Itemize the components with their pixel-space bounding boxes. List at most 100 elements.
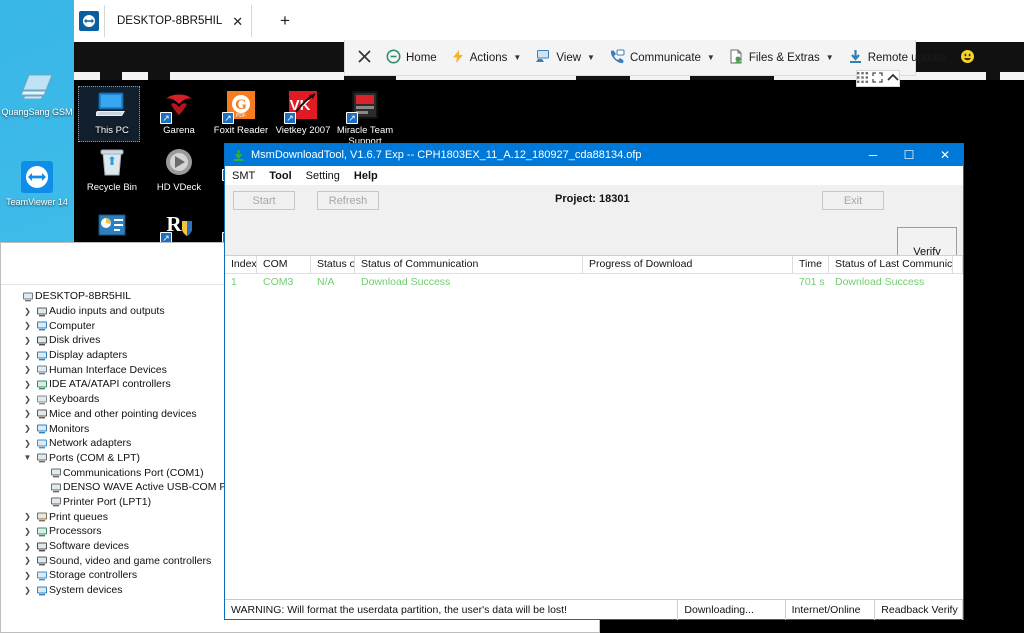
menu-help[interactable]: Help [354, 170, 378, 182]
desktop-icon-teamviewer-14[interactable]: TeamViewer 14 [0, 160, 74, 238]
cell-time: 701 s [799, 276, 825, 288]
chevron-up-icon[interactable] [887, 70, 899, 88]
home-button[interactable]: Home [380, 45, 443, 71]
close-icon [357, 49, 372, 67]
close-session-button[interactable] [351, 45, 378, 71]
tree-item-label: Ports (COM & LPT) [49, 451, 141, 464]
chevron-right-icon[interactable]: ❯ [21, 527, 34, 536]
vietkey-icon: VK ↗ [284, 88, 320, 124]
files-extras-menu[interactable]: Files & Extras ▼ [723, 45, 840, 71]
files-extras-label: Files & Extras [748, 51, 820, 64]
hdvdeck-icon [162, 145, 196, 179]
communicate-menu[interactable]: Communicate ▼ [603, 45, 721, 71]
remote-icon-miracle-team-support[interactable]: ↗ Miracle Team Support [333, 88, 397, 147]
close-button[interactable]: ✕ [927, 144, 963, 166]
msm-device-list[interactable]: IndexCOMStatus of...Status of Communicat… [225, 255, 963, 599]
download-icon [848, 49, 863, 67]
tree-item-label: Computer [49, 319, 96, 332]
computer-icon [34, 320, 49, 332]
column-header[interactable]: Status of Last Communication [829, 256, 953, 273]
chevron-right-icon[interactable]: ❯ [21, 351, 34, 360]
chevron-right-icon[interactable]: ❯ [21, 542, 34, 551]
chevron-right-icon[interactable]: ❯ [21, 365, 34, 374]
smiley-icon [960, 49, 975, 67]
foxit-icon: G PDF ↗ [222, 88, 258, 124]
chevron-right-icon[interactable]: ❯ [21, 586, 34, 595]
teamviewer-toolbar: Home Actions ▼ View ▼ Communicate ▼ File… [344, 40, 975, 76]
port-icon [48, 467, 63, 479]
tree-item-label: Mice and other pointing devices [49, 407, 197, 420]
chevron-right-icon[interactable]: ❯ [21, 307, 34, 316]
column-header[interactable]: Progress of Download [583, 256, 793, 273]
display-icon [34, 349, 49, 361]
column-header[interactable]: Time [793, 256, 829, 273]
svg-text:PDF: PDF [236, 113, 246, 119]
menu-smt[interactable]: SMT [232, 170, 255, 182]
remote-icon-foxit-reader[interactable]: G PDF ↗ Foxit Reader [209, 88, 273, 136]
chevron-right-icon[interactable]: ❯ [21, 512, 34, 521]
tree-item-label: Sound, video and game controllers [49, 554, 212, 567]
chevron-down-icon: ▼ [825, 53, 834, 62]
system-icon [34, 584, 49, 596]
table-row[interactable]: 1 COM3 N/A Download Success 701 s Download Su… [225, 274, 963, 291]
exit-button[interactable]: Exit [822, 191, 884, 210]
remote-icon-unknown-1[interactable] [80, 208, 144, 245]
msm-title-bar[interactable]: MsmDownloadTool, V1.6.7 Exp -- CPH1803EX… [225, 144, 963, 166]
chevron-right-icon[interactable]: ❯ [21, 556, 34, 565]
close-icon[interactable]: ✕ [232, 15, 243, 28]
column-header[interactable]: Status of... [311, 256, 355, 273]
new-tab-button[interactable]: + [280, 12, 290, 29]
teamviewer-icon [20, 160, 54, 194]
chevron-right-icon[interactable]: ❯ [21, 336, 34, 345]
msm-download-tool-window[interactable]: MsmDownloadTool, V1.6.7 Exp -- CPH1803EX… [224, 143, 964, 620]
fullscreen-icon[interactable] [872, 70, 883, 88]
chevron-right-icon[interactable]: ❯ [21, 409, 34, 418]
chevron-down-icon[interactable]: ▼ [21, 453, 34, 462]
menu-tool[interactable]: Tool [269, 170, 291, 182]
refresh-button[interactable]: Refresh [317, 191, 379, 210]
minimize-button[interactable]: ─ [855, 144, 891, 166]
home-label: Home [406, 51, 437, 64]
actions-menu[interactable]: Actions ▼ [445, 45, 528, 71]
download-state: Downloading... [678, 599, 786, 620]
view-menu[interactable]: View ▼ [529, 45, 601, 71]
tree-item-label: Communications Port (COM1) [63, 466, 204, 479]
verify-mode: Readback Verify [875, 599, 963, 620]
chevron-right-icon[interactable]: ❯ [21, 395, 34, 404]
remote-icon-recycle-bin[interactable]: Recycle Bin [80, 145, 144, 193]
session-tab[interactable]: DESKTOP-8BR5HIL ✕ [104, 5, 253, 37]
miracle-icon: ↗ [346, 88, 382, 124]
chevron-right-icon[interactable]: ❯ [21, 571, 34, 580]
maximize-button[interactable]: ☐ [891, 144, 927, 166]
chevron-right-icon[interactable]: ❯ [21, 439, 34, 448]
keyboard-icon [34, 393, 49, 405]
remote-icon-label: Foxit Reader [213, 125, 269, 136]
column-header[interactable]: Status of Communication [355, 256, 583, 273]
desktop-icon-quangsang-gsm[interactable]: QuangSang GSM [0, 70, 74, 148]
cell-status-of-last-communication: Download Success [835, 276, 925, 288]
column-header[interactable]: Index [225, 256, 257, 273]
column-header[interactable]: COM [257, 256, 311, 273]
msm-menu-bar[interactable]: SMT Tool Setting Help [225, 166, 963, 185]
chevron-right-icon[interactable]: ❯ [21, 321, 34, 330]
monitor-view-icon [535, 49, 551, 67]
column-header[interactable] [953, 256, 963, 273]
menu-setting[interactable]: Setting [306, 170, 340, 182]
monitor-icon [20, 70, 54, 104]
bolt-icon [451, 49, 465, 67]
session-tab-title: DESKTOP-8BR5HIL [117, 15, 223, 27]
chevron-right-icon[interactable]: ❯ [21, 424, 34, 433]
teamviewer-toolbar-corner[interactable] [856, 70, 900, 87]
smiley-button[interactable] [954, 45, 981, 71]
remote-icon-vietkey-2007[interactable]: VK ↗ Vietkey 2007 [271, 88, 335, 136]
remote-icon-hd-vdeck[interactable]: HD VDeck [147, 145, 211, 193]
start-button[interactable]: Start [233, 191, 295, 210]
remote-update-button[interactable]: Remote update [842, 45, 953, 71]
grid-icon[interactable] [857, 70, 868, 88]
remote-icon-this-pc[interactable]: This PC [80, 88, 144, 136]
chevron-right-icon[interactable]: ❯ [21, 380, 34, 389]
svg-text:G: G [235, 97, 247, 113]
remote-icon-garena[interactable]: ↗ Garena [147, 88, 211, 136]
view-label: View [556, 51, 582, 64]
remote-icon-unknown-2[interactable]: R ↗ [147, 208, 211, 245]
